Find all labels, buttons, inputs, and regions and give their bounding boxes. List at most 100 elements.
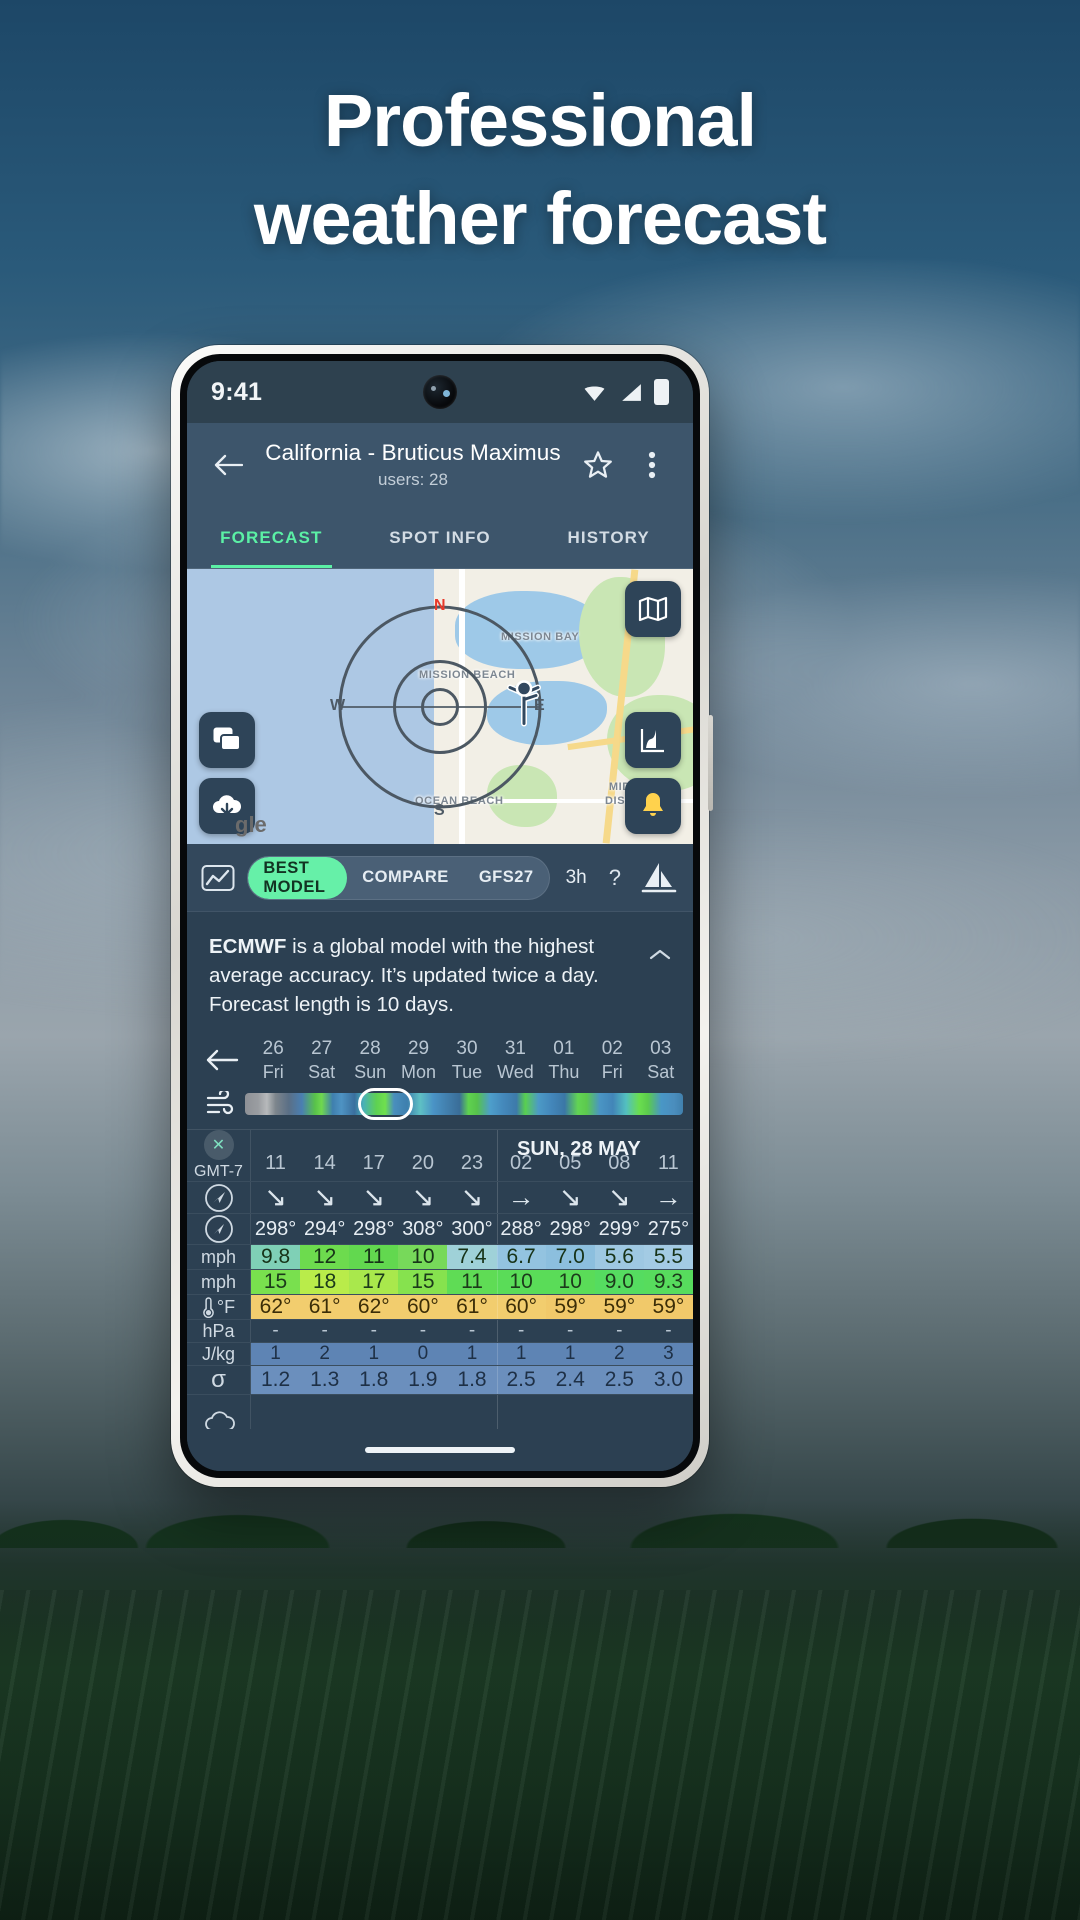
pressure-cell: - <box>468 1320 476 1342</box>
interval-selector[interactable]: 3h <box>560 867 593 889</box>
phone-screen: 9:41 California - Bruticus Maximus users… <box>187 361 693 1471</box>
chart-button[interactable] <box>625 712 681 768</box>
day-item[interactable]: 27 Sat <box>297 1037 345 1083</box>
status-bar: 9:41 <box>187 361 693 423</box>
cape-cell: 1 <box>251 1343 301 1366</box>
day-weekday: Sun <box>354 1061 387 1082</box>
day-item[interactable]: 29 Mon <box>394 1037 442 1083</box>
temperature-cell: 59° <box>545 1295 595 1320</box>
app-bar-titles: California - Bruticus Maximus users: 28 <box>259 440 567 490</box>
gust-cell: 9.0 <box>594 1270 644 1295</box>
help-button[interactable]: ? <box>603 865 627 891</box>
day-date: 03 <box>650 1038 672 1060</box>
chat-button[interactable] <box>199 712 255 768</box>
cape-cell: 0 <box>398 1343 448 1366</box>
forecast-table: ✕ GMT-7 11 14 17 20 23 02 05 08 11 SUN, … <box>187 1129 693 1429</box>
chevron-up-icon[interactable] <box>643 938 677 972</box>
cape-cell: 1 <box>496 1343 546 1366</box>
segment-best-model[interactable]: BEST MODEL <box>248 856 348 899</box>
compass-inner-ring <box>421 687 459 726</box>
day-item[interactable]: 02 Fri <box>588 1037 636 1083</box>
pressure-cell: - <box>419 1320 427 1342</box>
alerts-button[interactable] <box>625 778 681 834</box>
day-item[interactable]: 26 Fri <box>249 1037 297 1083</box>
day-date: 27 <box>311 1038 333 1060</box>
star-icon[interactable] <box>575 442 621 488</box>
model-name: ECMWF <box>209 935 287 958</box>
wind-arrow-cell: ↘ <box>264 1182 287 1213</box>
day-item[interactable]: 30 Tue <box>443 1037 491 1083</box>
segment-gfs27[interactable]: GFS27 <box>464 857 549 899</box>
wind-degree-cell: 298° <box>549 1217 591 1240</box>
day-strip: 26 Fri 27 Sat 28 Sun 29 Mon 30 Tue 31 Wed 01 Th… <box>187 1029 693 1086</box>
sigma-cell: 2.5 <box>496 1366 546 1395</box>
temperature-cell: 60° <box>496 1295 546 1320</box>
wind-arrow-cell: → <box>497 1182 546 1213</box>
map-attribution: gle <box>235 812 267 837</box>
temperature-cell: 59° <box>643 1295 693 1320</box>
tab-forecast[interactable]: FORECAST <box>187 507 356 568</box>
day-item[interactable]: 28 Sun <box>346 1037 394 1083</box>
sail-icon[interactable] <box>637 856 681 900</box>
tab-spot-info[interactable]: SPOT INFO <box>356 507 525 568</box>
timezone-label: GMT-7 <box>194 1163 243 1181</box>
wind-overview-row <box>187 1085 693 1130</box>
wind-timeline-bar[interactable] <box>245 1088 683 1121</box>
cape-cell: 1 <box>349 1343 399 1366</box>
left-arrow-icon[interactable] <box>195 1047 249 1073</box>
home-indicator[interactable] <box>365 1447 515 1453</box>
map-layers-button[interactable] <box>625 581 681 637</box>
front-camera <box>423 375 457 409</box>
wind-arrow-cell: ↘ <box>362 1182 386 1213</box>
close-circle-icon[interactable]: ✕ <box>203 1130 234 1161</box>
more-vertical-icon[interactable] <box>629 442 675 488</box>
line-chart-icon[interactable] <box>199 856 237 900</box>
day-weekday: Wed <box>497 1061 534 1082</box>
pressure-cell: - <box>321 1320 328 1342</box>
day-weekday: Sat <box>647 1061 675 1082</box>
sigma-unit-label: σ <box>187 1366 251 1395</box>
wind-degree-cell: 300° <box>451 1217 493 1240</box>
gust-cell: 9.3 <box>643 1270 693 1295</box>
signal-icon <box>622 383 641 401</box>
table-row: 298° 294° 298° 308° 300° 288° 298° 299° … <box>187 1214 693 1246</box>
day-item[interactable]: 03 Sat <box>637 1037 685 1083</box>
pressure-cell: - <box>616 1320 623 1342</box>
wind-speed-cell: 6.7 <box>496 1245 546 1270</box>
wind-arrow-cell: ↘ <box>460 1182 484 1213</box>
wind-timeline-selection[interactable] <box>358 1088 414 1121</box>
segment-compare[interactable]: COMPARE <box>347 857 464 899</box>
gust-cell: 18 <box>300 1270 350 1295</box>
wind-speed-cell: 10 <box>398 1245 448 1270</box>
timezone-cell: ✕ GMT-7 <box>187 1130 251 1182</box>
sigma-cell: 2.5 <box>594 1366 644 1395</box>
day-weekday: Fri <box>262 1061 284 1082</box>
cloud-cover-graph <box>251 1395 693 1429</box>
temperature-unit-text: °F <box>216 1296 236 1317</box>
hour-cell: 11 <box>265 1152 286 1175</box>
temperature-cell: 61° <box>447 1295 497 1320</box>
day-item[interactable]: 01 Thu <box>540 1037 588 1083</box>
wind-arrow-cell: ↘ <box>608 1182 631 1213</box>
back-arrow-icon[interactable] <box>205 442 251 488</box>
gust-cell: 17 <box>349 1270 399 1295</box>
bell-icon <box>643 793 663 816</box>
gust-cell: 15 <box>251 1270 301 1295</box>
day-date: 30 <box>456 1038 478 1060</box>
pressure-cell: - <box>567 1320 574 1342</box>
sigma-cell: 1.2 <box>251 1366 301 1395</box>
wind-degree-cell: 298° <box>353 1217 395 1240</box>
cape-cell: 1 <box>545 1343 595 1366</box>
temperature-cell: 59° <box>594 1295 644 1320</box>
wind-speed-cell: 12 <box>300 1245 350 1270</box>
map-icon <box>638 596 668 622</box>
pressure-cell: - <box>497 1320 546 1342</box>
sigma-cell: 1.8 <box>447 1366 497 1395</box>
temperature-cell: 62° <box>251 1295 301 1320</box>
compass-w-label: W <box>330 696 346 714</box>
day-list: 26 Fri 27 Sat 28 Sun 29 Mon 30 Tue 31 Wed 01 Th… <box>249 1037 685 1083</box>
map-view[interactable]: MISSION BAY MISSION BEACH OCEAN BEACH MI… <box>187 569 693 844</box>
day-item[interactable]: 31 Wed <box>491 1037 539 1083</box>
tab-history[interactable]: HISTORY <box>524 507 693 568</box>
day-weekday: Thu <box>548 1061 580 1082</box>
